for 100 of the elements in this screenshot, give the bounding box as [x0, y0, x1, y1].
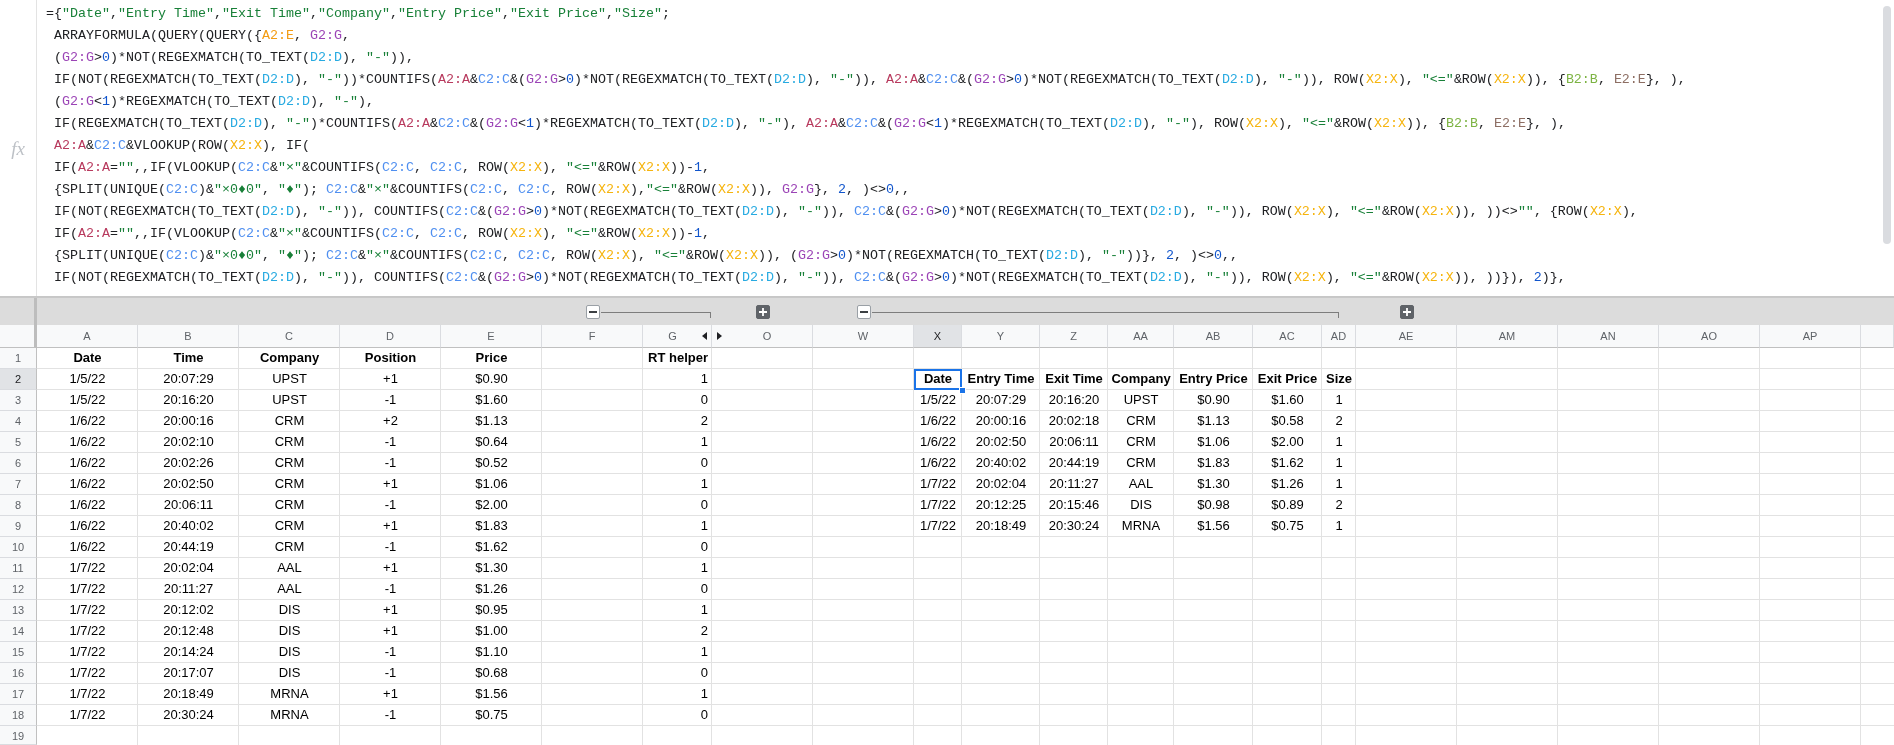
table-cell-text: +1 [382, 370, 399, 388]
formula-line: (G2:G>0)*NOT(REGEXMATCH(TO_TEXT(D2:D), "-")), [53, 49, 414, 67]
row-header[interactable]: 8 [0, 495, 37, 516]
table-cell-text: 1/7/22 [68, 664, 107, 682]
column-header[interactable]: Y [962, 325, 1040, 348]
table-cell-text: $0.68 [474, 664, 509, 682]
table-cell-text: $0.90 [474, 370, 509, 388]
group-toggle-button[interactable] [856, 304, 871, 319]
table-cell-text: 20:07:29 [162, 370, 215, 388]
row-header[interactable]: 14 [0, 621, 37, 642]
table-cell-text: 1/7/22 [918, 496, 958, 514]
table-cell-text: 0 [699, 454, 709, 472]
table-cell-text: 1 [1334, 475, 1344, 493]
table-cell-text: $1.26 [474, 580, 509, 598]
fill-handle[interactable] [959, 387, 966, 394]
table-cell-text: $1.56 [1196, 517, 1231, 535]
table-cell-text: 1/6/22 [68, 538, 107, 556]
row-header[interactable]: 5 [0, 432, 37, 453]
table-cell-text: 1/7/22 [918, 517, 958, 535]
table-cell-text: DIS [277, 601, 302, 619]
table-cell-text: CRM [273, 538, 306, 556]
column-header[interactable]: AM [1457, 325, 1558, 348]
table-heading: Entry Time [966, 370, 1036, 388]
column-header[interactable]: AO [1659, 325, 1760, 348]
table-cell-text: 20:02:26 [162, 454, 215, 472]
column-header[interactable]: D [340, 325, 441, 348]
row-header[interactable]: 16 [0, 663, 37, 684]
column-header[interactable]: O [712, 325, 813, 348]
table-cell-text: 1 [1334, 517, 1344, 535]
table-cell-text: $1.60 [474, 391, 509, 409]
row-header[interactable]: 2 [0, 369, 37, 390]
row-header[interactable]: 11 [0, 558, 37, 579]
table-cell-text: 2 [699, 412, 709, 430]
row-header[interactable]: 3 [0, 390, 37, 411]
column-header[interactable]: F [542, 325, 643, 348]
table-cell-text: 20:11:27 [162, 580, 215, 598]
table-cell-text: -1 [383, 643, 398, 661]
column-header[interactable]: C [239, 325, 340, 348]
row-header[interactable]: 15 [0, 642, 37, 663]
scrollbar-thumb[interactable] [1883, 6, 1891, 244]
group-toggle-button[interactable] [585, 304, 600, 319]
table-cell-text: 1/7/22 [68, 643, 107, 661]
table-cell-text: $1.13 [474, 412, 509, 430]
column-header[interactable]: AB [1174, 325, 1253, 348]
table-cell-text: 20:17:07 [162, 664, 215, 682]
column-header[interactable]: AN [1558, 325, 1659, 348]
table-heading: Date [914, 369, 962, 390]
table-cell-text: MRNA [269, 706, 310, 724]
table-cell-text: 1 [699, 517, 709, 535]
column-header[interactable]: G [643, 325, 712, 348]
column-header[interactable]: E [441, 325, 542, 348]
table-cell-text: 20:40:02 [162, 517, 215, 535]
column-header[interactable]: W [813, 325, 914, 348]
row-header[interactable]: 19 [0, 726, 37, 745]
row-header[interactable]: 6 [0, 453, 37, 474]
column-header[interactable]: AE [1356, 325, 1457, 348]
table-heading: Company [258, 349, 321, 367]
row-header[interactable]: 12 [0, 579, 37, 600]
caret-right-icon[interactable] [717, 332, 722, 340]
table-cell-text: 1/7/22 [68, 601, 107, 619]
table-cell-text: $1.83 [474, 517, 509, 535]
table-cell-text: 20:30:24 [162, 706, 215, 724]
minus-icon[interactable] [588, 310, 597, 313]
minus-icon[interactable] [859, 310, 868, 313]
row-header[interactable]: 13 [0, 600, 37, 621]
table-heading: Company [1110, 370, 1172, 388]
column-header[interactable]: AP [1760, 325, 1861, 348]
column-header[interactable]: B [138, 325, 239, 348]
column-header[interactable]: AD [1322, 325, 1356, 348]
table-cell-text: 20:11:27 [1048, 475, 1100, 493]
table-cell-text: 1/5/22 [68, 391, 107, 409]
column-header[interactable]: A [37, 325, 138, 348]
table-cell-text: 20:30:24 [1047, 517, 1101, 535]
table-cell-text: $0.98 [1196, 496, 1231, 514]
column-header[interactable]: X [914, 325, 962, 348]
row-header[interactable]: 1 [0, 348, 37, 369]
table-cell-text: 20:44:19 [162, 538, 215, 556]
caret-left-icon[interactable] [702, 332, 707, 340]
row-header[interactable]: 9 [0, 516, 37, 537]
column-header[interactable]: AA [1108, 325, 1174, 348]
formula-line: (G2:G<1)*REGEXMATCH(TO_TEXT(D2:D), "-"), [53, 93, 374, 111]
row-header[interactable]: 18 [0, 705, 37, 726]
table-cell-text: UPST [271, 370, 308, 388]
column-header[interactable]: Z [1040, 325, 1108, 348]
table-cell-text: 20:40:02 [974, 454, 1028, 472]
table-cell-text: 1/7/22 [918, 475, 958, 493]
formula-line: A2:A&C2:C&VLOOKUP(ROW(X2:X), IF( [53, 137, 310, 155]
column-header[interactable]: AC [1253, 325, 1322, 348]
table-cell-text: 1 [699, 475, 709, 493]
table-cell-text: $1.13 [1196, 412, 1231, 430]
row-header[interactable]: 4 [0, 411, 37, 432]
row-header[interactable]: 10 [0, 537, 37, 558]
row-header[interactable]: 17 [0, 684, 37, 705]
formula-line: IF(REGEXMATCH(TO_TEXT(D2:D), "-")*COUNTIFS(A2:A&C2:C&(G2:G<1)*REGEXMATCH(TO_TEXT(D2:D), "-"), A2:A&C2:C&(G2:G<1)*REGEXMATCH(TO_TEXT(D2:D), "-"), ROW(X2:X), "<="&ROW(X2:X)), {B2:B, E2:E}, ), [53, 115, 1566, 133]
row-header[interactable]: 7 [0, 474, 37, 495]
table-cell-text: 0 [699, 496, 709, 514]
table-cell-text: +1 [382, 622, 399, 640]
table-cell-text: 1/7/22 [68, 580, 107, 598]
table-cell-text: 2 [1334, 496, 1344, 514]
table-cell-text: 20:06:11 [1048, 433, 1100, 451]
